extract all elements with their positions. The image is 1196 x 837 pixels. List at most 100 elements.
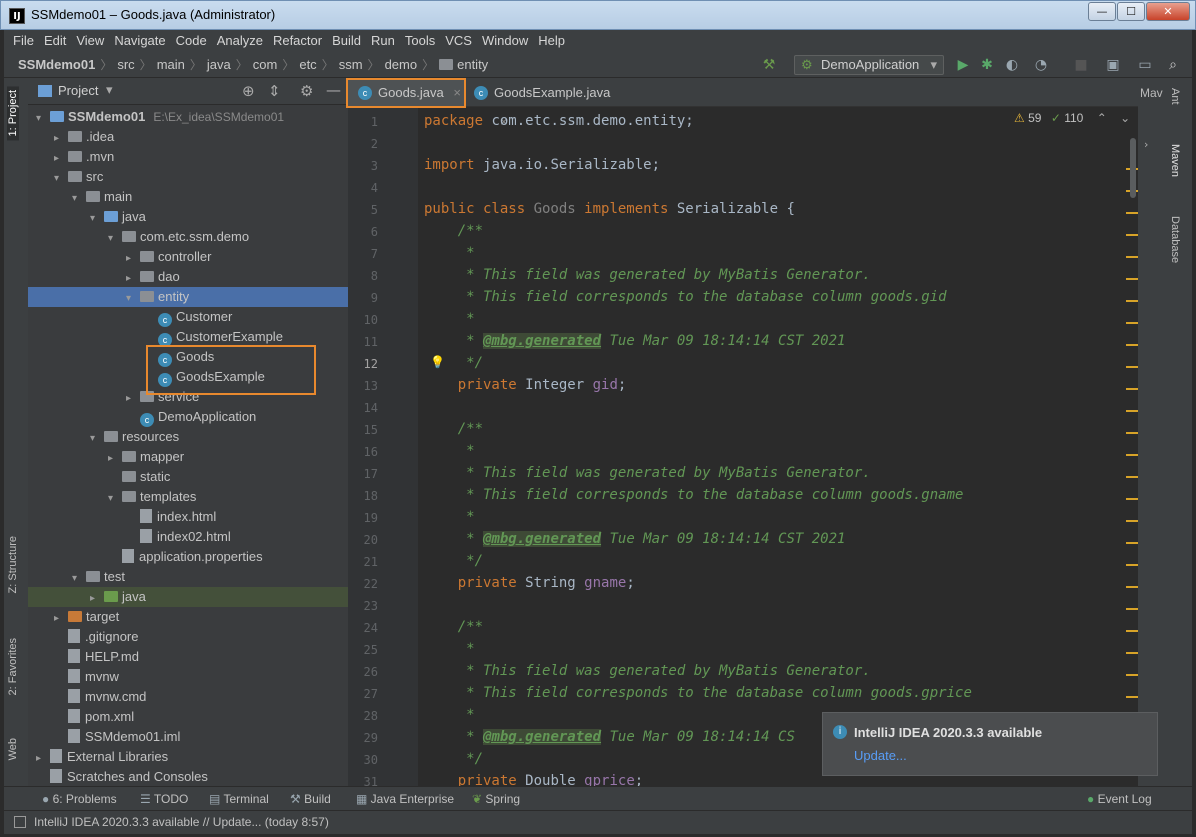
locate-icon[interactable]: ⊕ [242,82,255,100]
todo-tool-button[interactable]: ☰ TODO [140,787,188,811]
tree-item[interactable]: ▾ java [28,207,348,227]
warning-stripe-mark[interactable] [1126,454,1138,456]
warning-stripe-mark[interactable] [1126,300,1138,302]
run-icon[interactable]: ▶ [954,56,972,74]
warning-stripe-mark[interactable] [1126,652,1138,654]
breadcrumb-item[interactable]: java [207,52,231,78]
minimize-button[interactable]: — [1088,2,1116,21]
run-config-select[interactable]: ⚙ DemoApplication ▾ [794,55,944,75]
tree-item[interactable]: pom.xml [28,707,348,727]
menu-window[interactable]: Window [477,30,533,52]
tree-item[interactable]: ▾ test [28,567,348,587]
tree-item[interactable]: ▾ com.etc.ssm.demo [28,227,348,247]
tree-item[interactable]: static [28,467,348,487]
chevron-right-icon[interactable]: ▸ [54,149,68,169]
search-icon[interactable]: ⌕ [1164,56,1182,74]
chevron-down-icon[interactable]: ▾ [36,109,50,129]
tree-item[interactable]: ▸ target [28,607,348,627]
tree-item[interactable]: mvnw [28,667,348,687]
status-message[interactable]: IntelliJ IDEA 2020.3.3 available // Upda… [34,815,329,829]
breadcrumb-item[interactable]: ssm [339,52,363,78]
menu-vcs[interactable]: VCS [440,30,477,52]
tab-goodsexample-java[interactable]: c GoodsExample.java × [464,78,624,129]
tree-item[interactable]: Scratches and Consoles [28,767,348,786]
tree-item[interactable]: ▸ java [28,587,348,607]
debug-icon[interactable]: ✱ [978,56,996,74]
chevron-down-icon[interactable]: ▾ [72,189,86,209]
menu-edit[interactable]: Edit [39,30,71,52]
tree-item[interactable]: c DemoApplication [28,407,348,427]
chevron-down-icon[interactable]: ▾ [54,169,68,189]
tree-item[interactable]: ▾ entity [28,287,348,307]
tree-item[interactable]: ▸ .idea [28,127,348,147]
menu-run[interactable]: Run [366,30,400,52]
menu-build[interactable]: Build [327,30,366,52]
warning-stripe-mark[interactable] [1126,696,1138,698]
settings-window-icon[interactable]: ▭ [1136,56,1154,74]
chevron-right-icon[interactable]: ▸ [54,129,68,149]
spring-tool-button[interactable]: ❦ Spring [472,787,520,811]
tree-item[interactable]: mvnw.cmd [28,687,348,707]
stop-icon[interactable]: ■ [1072,56,1090,74]
problems-tool-button[interactable]: ● 6: Problems [42,787,117,811]
warning-stripe-mark[interactable] [1126,542,1138,544]
event-log-button[interactable]: ● Event Log [1087,787,1152,811]
menu-code[interactable]: Code [171,30,212,52]
previous-highlight-icon[interactable]: ⌃ [1097,111,1107,125]
database-tool-tab[interactable]: Database [1169,216,1181,263]
project-panel-title[interactable]: Project [58,83,98,98]
breadcrumb-item[interactable]: main [157,52,185,78]
status-toggle-icon[interactable] [14,816,26,828]
breadcrumb-item[interactable]: demo [385,52,418,78]
warning-stripe-mark[interactable] [1126,410,1138,412]
build-hammer-icon[interactable]: ⚒ [760,56,778,74]
chevron-right-icon[interactable]: ▸ [54,609,68,629]
scrollbar-thumb[interactable] [1130,138,1136,198]
tree-item[interactable]: ▸ External Libraries [28,747,348,767]
chevron-right-icon[interactable]: ▸ [126,389,140,409]
tree-item[interactable]: c Customer [28,307,348,327]
warning-stripe-mark[interactable] [1126,674,1138,676]
favorites-tool-tab[interactable]: 2: Favorites [7,638,19,695]
menu-help[interactable]: Help [533,30,570,52]
gear-icon[interactable]: ⚙ [300,82,313,100]
chevron-down-icon[interactable]: ▾ [108,489,122,509]
chevron-down-icon[interactable]: ▾ [108,229,122,249]
breadcrumb-item[interactable]: com [253,52,278,78]
tree-item[interactable]: ▸ dao [28,267,348,287]
structure-tool-tab[interactable]: Z: Structure [7,536,19,593]
profile-icon[interactable]: ◔ [1032,56,1050,74]
warning-stripe-mark[interactable] [1126,212,1138,214]
warning-stripe-mark[interactable] [1126,366,1138,368]
tree-item[interactable]: .gitignore [28,627,348,647]
web-tool-tab[interactable]: Web [7,738,19,760]
breadcrumb-item[interactable]: etc [299,52,316,78]
tree-item[interactable]: index02.html [28,527,348,547]
coverage-icon[interactable]: ◐ [1003,56,1021,74]
warning-stripe-mark[interactable] [1126,586,1138,588]
update-link[interactable]: Update... [854,748,907,763]
tree-item[interactable]: application.properties [28,547,348,567]
chevron-down-icon[interactable]: ▾ [72,569,86,589]
breadcrumb-item[interactable]: SSMdemo01 [18,52,95,78]
warning-stripe-mark[interactable] [1126,344,1138,346]
warning-stripe-mark[interactable] [1126,564,1138,566]
warning-stripe-mark[interactable] [1126,278,1138,280]
warning-stripe-mark[interactable] [1126,388,1138,390]
maven-panel-title[interactable]: Mav [1140,86,1163,100]
menu-file[interactable]: File [8,30,39,52]
tree-item[interactable]: ▾ resources [28,427,348,447]
tree-item[interactable]: ▾ src [28,167,348,187]
maximize-button[interactable]: ☐ [1117,2,1145,21]
java-enterprise-tool-button[interactable]: ▦ Java Enterprise [356,787,454,811]
project-tool-tab[interactable]: 1: Project [7,86,19,141]
tree-item[interactable]: SSMdemo01.iml [28,727,348,747]
chevron-down-icon[interactable]: ▾ [90,209,104,229]
chevron-down-icon[interactable]: ▾ [90,429,104,449]
expand-arrow-icon[interactable]: › [1144,138,1148,151]
warning-stripe-mark[interactable] [1126,608,1138,610]
terminal-tool-button[interactable]: ▤ Terminal [209,787,269,811]
chevron-right-icon[interactable]: ▸ [126,249,140,269]
tree-item[interactable]: HELP.md [28,647,348,667]
breadcrumb-item[interactable]: src [117,52,134,78]
